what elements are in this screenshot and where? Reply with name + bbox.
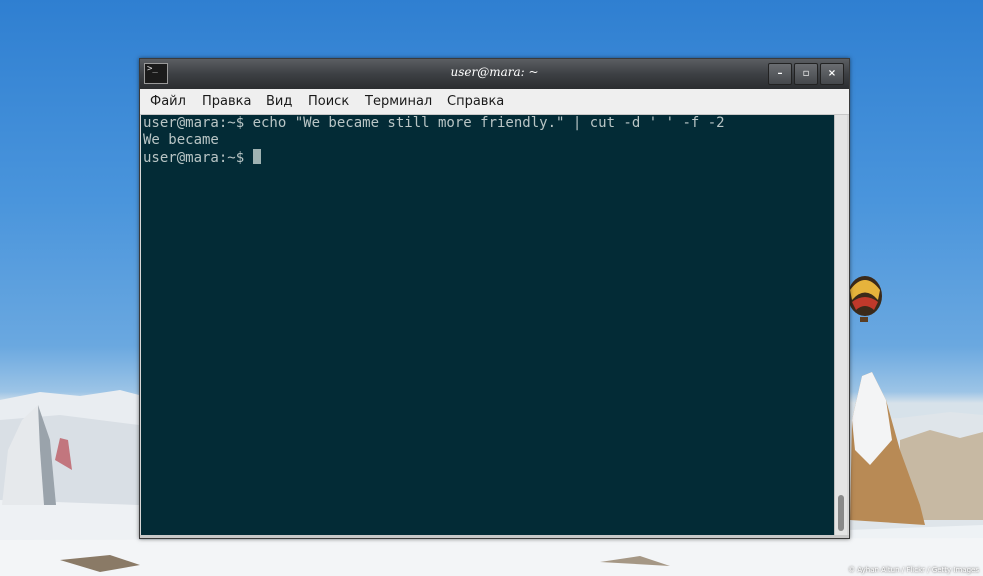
- image-credit: © Ayhan Altun / Flickr / Getty Images: [848, 566, 979, 574]
- minimize-icon: –: [777, 68, 783, 79]
- menu-bar: Файл Правка Вид Поиск Терминал Справка: [140, 89, 849, 115]
- window-title: user@mara: ~: [450, 65, 539, 79]
- terminal-output[interactable]: user@mara:~$ echo "We became still more …: [141, 115, 834, 535]
- scrollbar-thumb[interactable]: [838, 495, 844, 531]
- terminal-line-command: user@mara:~$ echo "We became still more …: [143, 115, 725, 131]
- window-bottom-border: [140, 535, 849, 538]
- terminal-cursor: [252, 149, 261, 164]
- terminal-window: >_ user@mara: ~ – ▫ × Файл Правка Вид По…: [139, 58, 850, 539]
- terminal-line-prompt: user@mara:~$: [143, 149, 261, 166]
- menu-terminal[interactable]: Терминал: [365, 89, 432, 115]
- maximize-button[interactable]: ▫: [794, 63, 818, 85]
- close-button[interactable]: ×: [820, 63, 844, 85]
- maximize-icon: ▫: [802, 68, 810, 79]
- menu-edit[interactable]: Правка: [202, 89, 251, 115]
- terminal-scrollbar[interactable]: [834, 115, 847, 535]
- title-bar[interactable]: >_ user@mara: ~ – ▫ ×: [140, 59, 849, 89]
- minimize-button[interactable]: –: [768, 63, 792, 85]
- close-icon: ×: [827, 68, 837, 79]
- menu-view[interactable]: Вид: [266, 89, 292, 115]
- menu-file[interactable]: Файл: [150, 89, 186, 115]
- menu-help[interactable]: Справка: [447, 89, 504, 115]
- terminal-line-output: We became: [143, 132, 219, 148]
- terminal-prompt: user@mara:~$: [143, 150, 253, 166]
- menu-search[interactable]: Поиск: [308, 89, 349, 115]
